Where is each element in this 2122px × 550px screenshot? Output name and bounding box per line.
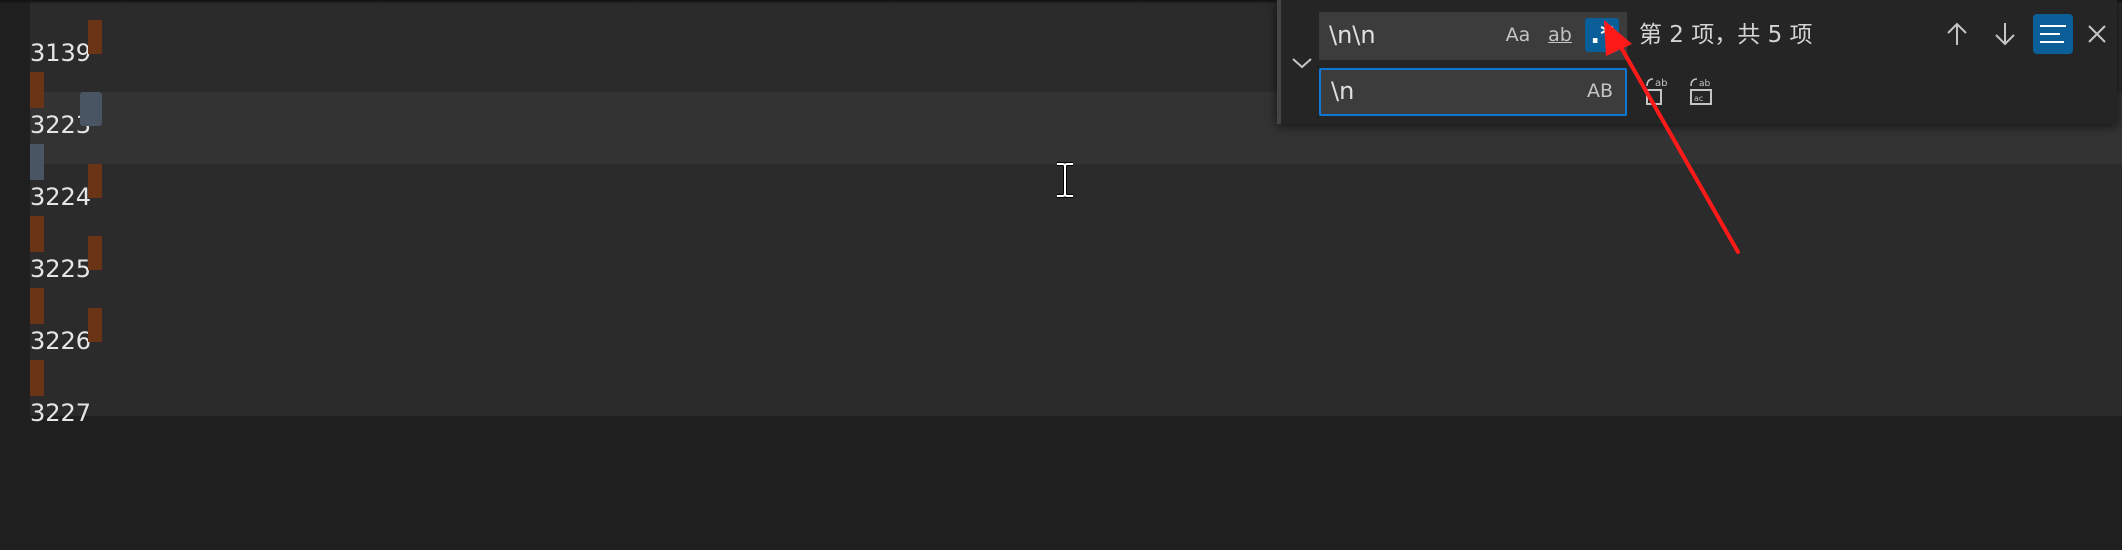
code-line[interactable]: 3139 — [30, 20, 330, 108]
match-count-status: 第 2 项，共 5 项 — [1639, 22, 1813, 48]
match-highlight — [88, 236, 102, 270]
line-number: 3227 — [30, 399, 92, 427]
code-line[interactable]: 3227 — [30, 380, 330, 452]
match-case-icon: Aa — [1505, 24, 1531, 46]
svg-text:ab: ab — [1699, 79, 1711, 89]
replace-button[interactable]: ab — [1637, 72, 1677, 112]
find-replace-widget: Aa ab .* 第 2 项，共 5 项 — [1277, 0, 2117, 124]
arrow-up-icon — [1947, 22, 1967, 45]
find-input-box[interactable]: Aa ab .* — [1319, 12, 1627, 60]
whole-word-icon: ab — [1548, 24, 1572, 46]
svg-text:ac: ac — [1694, 94, 1703, 103]
find-input[interactable] — [1327, 12, 1501, 58]
preserve-case-icon: AB — [1586, 80, 1614, 102]
match-highlight — [88, 164, 102, 198]
match-highlight — [88, 308, 102, 342]
code-line-current[interactable]: 3223 — [30, 92, 330, 180]
line-number: 3226 — [30, 327, 92, 355]
code-line[interactable]: 3226 — [30, 308, 330, 396]
match-highlight — [88, 20, 102, 54]
code-line[interactable]: 3224 — [30, 164, 330, 252]
toggle-replace-button[interactable] — [1287, 48, 1317, 78]
editor-gutter — [0, 0, 30, 416]
code-line[interactable]: 3225 — [30, 236, 330, 324]
replace-input[interactable] — [1329, 68, 1503, 114]
text-cursor-icon — [1057, 162, 1073, 198]
replace-input-box[interactable]: AB — [1319, 68, 1627, 116]
close-icon — [2088, 25, 2106, 43]
replace-all-icon: ac ab — [1690, 78, 1712, 105]
match-whole-word-button[interactable]: ab — [1543, 18, 1577, 52]
regex-icon: .* — [1590, 20, 1614, 50]
replace-icon: ab — [1646, 78, 1667, 105]
preserve-case-button[interactable]: AB — [1583, 74, 1617, 108]
next-match-button[interactable] — [1985, 14, 2025, 54]
replace-all-button[interactable]: ac ab — [1681, 72, 1721, 112]
chevron-down-icon — [1292, 58, 1312, 69]
current-match-highlight — [80, 92, 102, 126]
line-number: 3139 — [30, 39, 92, 67]
find-widget-resize-sash[interactable] — [1277, 0, 1281, 124]
find-in-selection-button[interactable] — [2033, 14, 2073, 54]
find-in-selection-icon — [2040, 25, 2066, 43]
previous-match-button[interactable] — [1937, 14, 1977, 54]
line-number: 3224 — [30, 183, 92, 211]
svg-text:ab: ab — [1655, 78, 1667, 89]
match-case-button[interactable]: Aa — [1501, 18, 1535, 52]
arrow-down-icon — [1995, 23, 2015, 46]
close-find-button[interactable] — [2077, 14, 2117, 54]
use-regex-button[interactable]: .* — [1585, 18, 1619, 52]
line-number: 3225 — [30, 255, 92, 283]
